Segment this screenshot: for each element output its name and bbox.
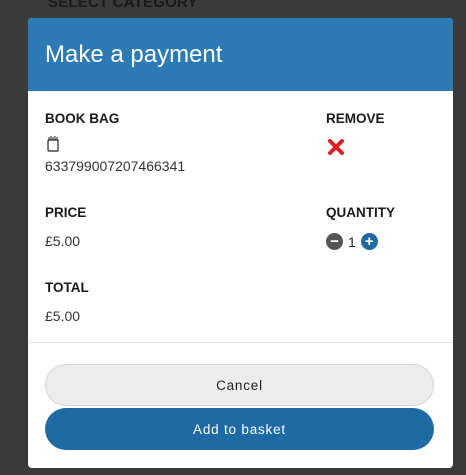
- price-value: £5.00: [45, 233, 81, 249]
- plus-circle-icon[interactable]: +: [360, 233, 378, 250]
- payment-modal: Make a payment BOOK BAG 6337990072074663…: [28, 18, 453, 468]
- item-label: BOOK BAG: [45, 111, 120, 126]
- add-to-basket-button[interactable]: Add to basket: [45, 408, 434, 450]
- modal-title: Make a payment: [28, 18, 453, 91]
- quantity-value: 1: [348, 233, 356, 250]
- modal-body: BOOK BAG 633799007207466341 REMOVE PRICE…: [28, 91, 453, 343]
- total-value: £5.00: [45, 308, 81, 324]
- minus-circle-icon[interactable]: −: [326, 233, 343, 250]
- cancel-button[interactable]: Cancel: [45, 364, 434, 406]
- total-label: TOTAL: [45, 280, 89, 295]
- item-code: 633799007207466341: [45, 158, 186, 174]
- quantity-label: QUANTITY: [326, 205, 395, 220]
- close-icon[interactable]: [328, 139, 344, 155]
- backdrop-heading: SELECT CATEGORY: [48, 0, 198, 11]
- book-bag-icon: [47, 136, 59, 152]
- remove-label: REMOVE: [326, 111, 385, 126]
- quantity-stepper: − 1 +: [326, 233, 378, 250]
- price-label: PRICE: [45, 205, 87, 220]
